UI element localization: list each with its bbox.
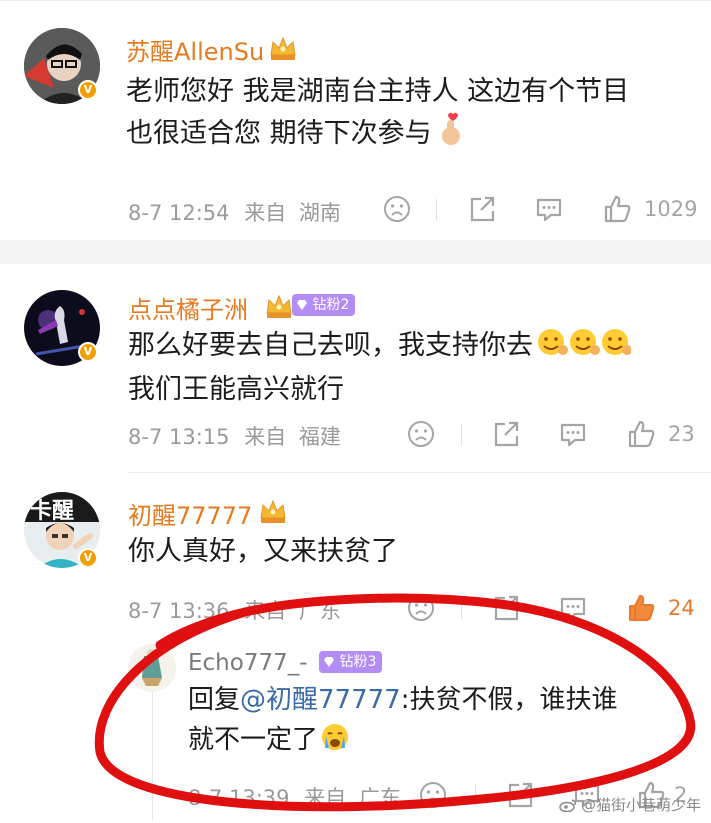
comment-text-line: 那么好要去自己去呗，我支持你去	[128, 330, 533, 361]
reply-time: 8-7 13:39	[188, 786, 290, 810]
action-separator	[461, 598, 462, 620]
comment-text-line: 你人真好，又来扶贫了	[128, 536, 398, 567]
reply-text-line: :扶贫不假，谁扶谁	[400, 685, 618, 715]
share-icon[interactable]	[491, 419, 521, 449]
reply-meta: 8-7 13:39 来自 广东	[188, 782, 401, 812]
comment-item: 卡醒 V 初醒77777 你人真好，又来扶贫了 8-7 13:36 来自 广东	[0, 474, 711, 823]
comment-meta: 8-7 13:15 来自 福建	[128, 421, 341, 451]
like-icon	[628, 420, 655, 448]
like-count: 23	[668, 422, 695, 446]
fans-badge: 钻粉2	[292, 294, 356, 316]
like-count: 1029	[644, 197, 698, 221]
comment-meta: 8-7 12:54 来自 湖南	[128, 197, 341, 227]
comment-time: 8-7 13:15	[128, 425, 230, 449]
comment-text-line: 老师您好 我是湖南台主持人 这边有个节目	[126, 76, 630, 107]
finger-heart-emoji-icon	[441, 112, 460, 145]
share-icon[interactable]	[467, 194, 497, 224]
comment-text: 老师您好 我是湖南台主持人 这边有个节目 也很适合您 期待下次参与	[126, 72, 629, 154]
comment-time: 8-7 12:54	[128, 201, 230, 225]
comment-icon[interactable]	[534, 194, 564, 224]
share-icon[interactable]	[505, 780, 535, 810]
comment-meta: 8-7 13:36 来自 广东	[128, 595, 341, 625]
vip-badge-icon: V	[78, 80, 98, 100]
like-count: 24	[668, 596, 695, 620]
username[interactable]: 点点橘子洲	[128, 290, 248, 325]
vip-badge-icon: V	[78, 342, 98, 362]
weibo-logo-icon	[559, 799, 576, 812]
diamond-icon	[297, 300, 307, 310]
reply-prefix: 回复	[188, 685, 241, 715]
action-separator	[475, 784, 476, 806]
reply-from: 来自	[304, 786, 347, 810]
avatar[interactable]	[128, 644, 176, 692]
diamond-icon	[324, 657, 334, 667]
username[interactable]: 苏醒AllenSu	[126, 32, 264, 67]
dislike-icon[interactable]	[418, 780, 448, 810]
reply-text-line: 就不一定了	[188, 725, 319, 755]
dislike-icon[interactable]	[406, 419, 436, 449]
comment-divider	[128, 472, 711, 473]
comment-text-line: 我们王能高兴就行	[128, 374, 344, 405]
fans-badge: 钻粉3	[319, 651, 383, 673]
comment-item: V 苏醒AllenSu 老师您好 我是湖南台主持人 这边有个节目 也很适合您 期…	[0, 0, 711, 240]
like-button[interactable]: 1029	[602, 194, 697, 224]
like-icon	[629, 595, 655, 621]
comment-location: 福建	[298, 425, 341, 449]
smile-emoji-icon	[535, 326, 632, 370]
dislike-icon[interactable]	[406, 593, 436, 623]
reply-text-line: 回复@初醒77777:扶贫不假，谁扶谁	[188, 680, 618, 720]
comment-location: 湖南	[298, 201, 341, 225]
comment-text-line: 也很适合您 期待下次参与	[126, 118, 432, 149]
share-icon[interactable]	[491, 593, 521, 623]
comment-from: 来自	[244, 599, 287, 623]
section-gap	[0, 240, 711, 264]
comment-text-line: 也很适合您 期待下次参与	[126, 112, 629, 154]
comment-from: 来自	[244, 201, 287, 225]
crown-icon	[260, 499, 286, 523]
comment-time: 8-7 13:36	[128, 599, 230, 623]
comment-icon[interactable]	[558, 593, 588, 623]
comment-location: 广东	[298, 599, 341, 623]
comment-text: 你人真好，又来扶贫了	[128, 532, 398, 572]
dislike-icon[interactable]	[382, 194, 412, 224]
fans-badge-label: 钻粉3	[339, 654, 377, 670]
action-separator	[436, 199, 437, 221]
comment-text: 那么好要去自己去呗，我支持你去 我们王能高兴就行	[128, 326, 632, 410]
username[interactable]: 初醒77777	[128, 496, 252, 531]
watermark-text: @猫街小巷萌少年	[580, 796, 701, 814]
fans-badge-label: 钻粉2	[312, 297, 350, 313]
comment-from: 来自	[244, 425, 287, 449]
vip-badge-icon: V	[78, 548, 98, 568]
crown-icon	[266, 294, 292, 318]
comment-text-line: 那么好要去自己去呗，我支持你去	[128, 326, 632, 370]
svg-text:卡醒: 卡醒	[30, 499, 74, 524]
comment-icon[interactable]	[558, 419, 588, 449]
reply-text: 回复@初醒77777:扶贫不假，谁扶谁 就不一定了	[188, 680, 618, 760]
reply-location: 广东	[358, 786, 401, 810]
crown-icon	[270, 36, 296, 60]
comment-item: V 点点橘子洲 钻粉2 那么好要去自己去呗，我支持你去 我们王能高兴就行 8-7…	[0, 264, 711, 474]
reply-username[interactable]: Echo777_-	[188, 650, 308, 676]
crying-emoji-icon	[322, 724, 349, 750]
like-button[interactable]: 24	[626, 593, 695, 623]
mention-link[interactable]: @初醒77777	[240, 685, 401, 715]
watermark: @猫街小巷萌少年	[559, 794, 701, 815]
like-icon	[604, 195, 631, 223]
like-button[interactable]: 23	[626, 419, 695, 449]
reply-text-line: 就不一定了	[188, 720, 618, 760]
action-separator	[461, 424, 462, 446]
